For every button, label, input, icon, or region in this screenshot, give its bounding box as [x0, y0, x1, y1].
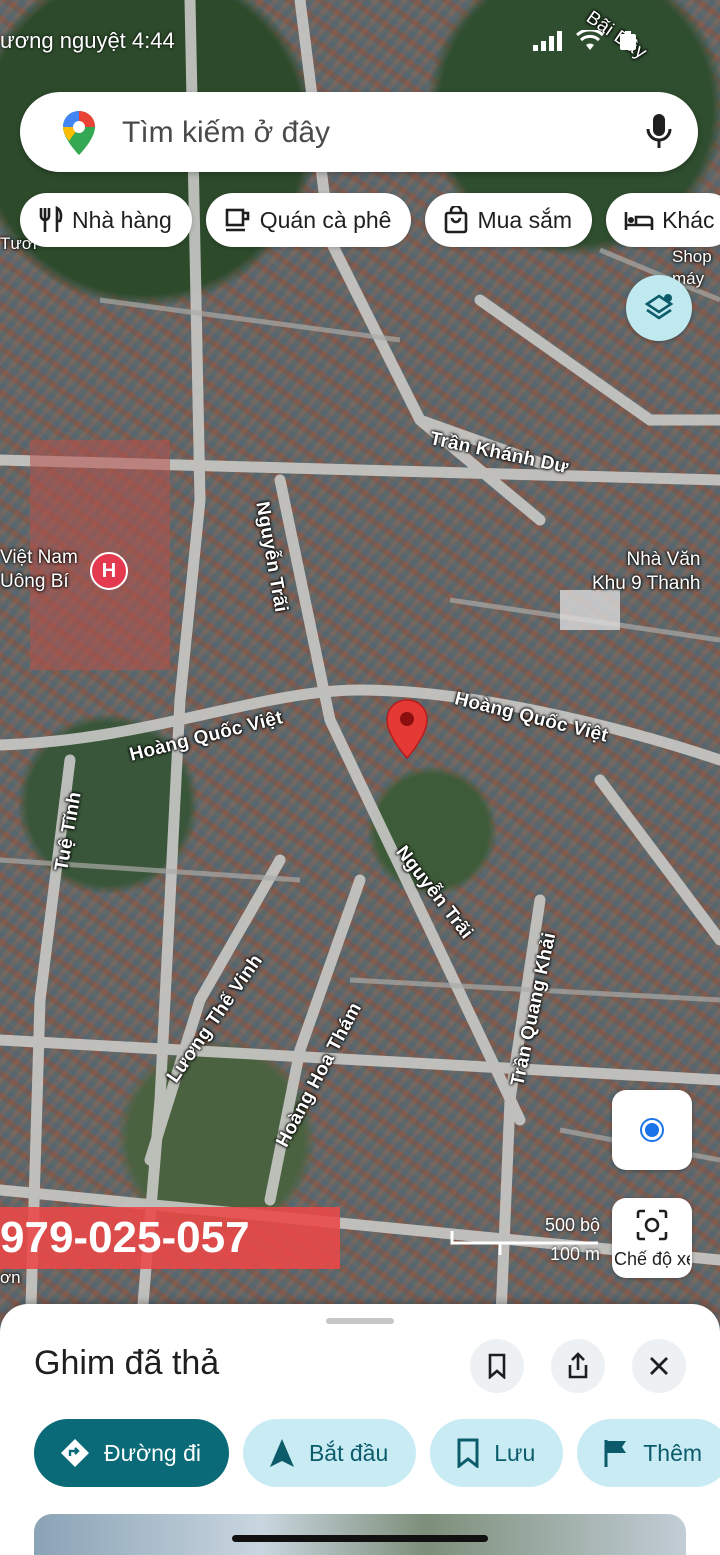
start-label: Bắt đầu — [308, 1439, 389, 1466]
hospital-marker-letter: H — [101, 559, 117, 582]
share-button[interactable] — [551, 1339, 605, 1393]
chip-label: Quán cà phê — [259, 206, 392, 233]
save-round-button[interactable] — [470, 1339, 524, 1393]
start-button[interactable]: Bắt đầu — [242, 1419, 417, 1487]
bookmark-icon — [457, 1438, 479, 1468]
status-bar: ương nguyệt 4:44 — [0, 22, 720, 62]
search-input[interactable]: Tìm kiếm ở đây — [122, 116, 330, 150]
dropped-pin-marker[interactable] — [385, 698, 429, 765]
save-button[interactable]: Lưu — [430, 1419, 564, 1487]
coffee-cup-icon — [225, 208, 250, 232]
more-button[interactable]: Thêm — [577, 1419, 720, 1487]
battery-icon — [620, 31, 636, 50]
more-label: Thêm — [643, 1439, 703, 1466]
share-icon — [568, 1352, 588, 1379]
camera-lens-icon — [636, 1209, 668, 1241]
search-bar[interactable]: Tìm kiếm ở đây — [20, 92, 698, 172]
save-label: Lưu — [494, 1439, 536, 1466]
place-label-son[interactable]: ơn — [0, 1266, 21, 1290]
phone-watermark: 979-025-057 — [0, 1207, 340, 1269]
hospital-marker[interactable]: H — [90, 552, 128, 590]
directions-icon — [61, 1439, 89, 1467]
maps-pin-logo — [63, 111, 95, 155]
fork-knife-icon — [39, 206, 63, 232]
navigation-arrow-icon — [269, 1439, 294, 1467]
my-location-icon — [642, 1120, 662, 1140]
chip-coffee[interactable]: Quán cà phê — [205, 193, 412, 247]
bookmark-icon — [488, 1353, 506, 1379]
layers-button[interactable] — [626, 275, 692, 341]
place-bottom-sheet: Ghim đã thả Đường đi Bắt đầu Lưu Thêm — [0, 1304, 720, 1555]
my-location-button[interactable] — [612, 1090, 692, 1170]
wifi-icon — [576, 30, 604, 50]
map-scale: 500 bộ 100 m — [450, 1215, 600, 1265]
chip-shopping[interactable]: Mua sắm — [425, 193, 593, 247]
layers-icon — [644, 294, 674, 320]
scale-metric: 100 m — [549, 1244, 600, 1264]
lens-view-label: Chế độ xem — [614, 1249, 690, 1269]
sheet-title: Ghim đã thả — [34, 1344, 220, 1382]
home-indicator[interactable] — [232, 1535, 488, 1542]
mic-icon[interactable] — [646, 112, 672, 150]
lens-view-button[interactable]: Chế độ xem — [612, 1198, 692, 1278]
chip-label: Nhà hàng — [72, 206, 172, 233]
directions-button[interactable]: Đường đi — [34, 1419, 229, 1487]
scale-imperial: 500 bộ — [544, 1215, 600, 1235]
place-label-hospital[interactable]: Việt Nam Uông Bí — [0, 546, 78, 594]
shopping-bag-icon — [445, 206, 468, 234]
directions-label: Đường đi — [104, 1439, 201, 1466]
close-button[interactable] — [632, 1339, 686, 1393]
chip-hotels[interactable]: Khác — [606, 193, 720, 247]
action-buttons: Đường đi Bắt đầu Lưu Thêm — [34, 1419, 720, 1487]
bed-icon — [624, 212, 654, 230]
sheet-drag-handle[interactable] — [326, 1318, 394, 1324]
flag-icon — [604, 1440, 627, 1467]
chip-label: Khác — [662, 206, 715, 233]
chip-restaurants[interactable]: Nhà hàng — [20, 193, 192, 247]
map-pin-icon — [386, 699, 428, 760]
category-chips: Nhà hàng Quán cà phê Mua sắm Khác — [20, 193, 720, 247]
place-label-nha-van-hoa[interactable]: Nhà Văn Khu 9 Thanh — [592, 548, 700, 596]
close-icon — [650, 1357, 668, 1375]
status-time: ương nguyệt 4:44 — [0, 28, 175, 53]
signal-icon — [533, 31, 562, 51]
chip-label: Mua sắm — [477, 206, 573, 233]
